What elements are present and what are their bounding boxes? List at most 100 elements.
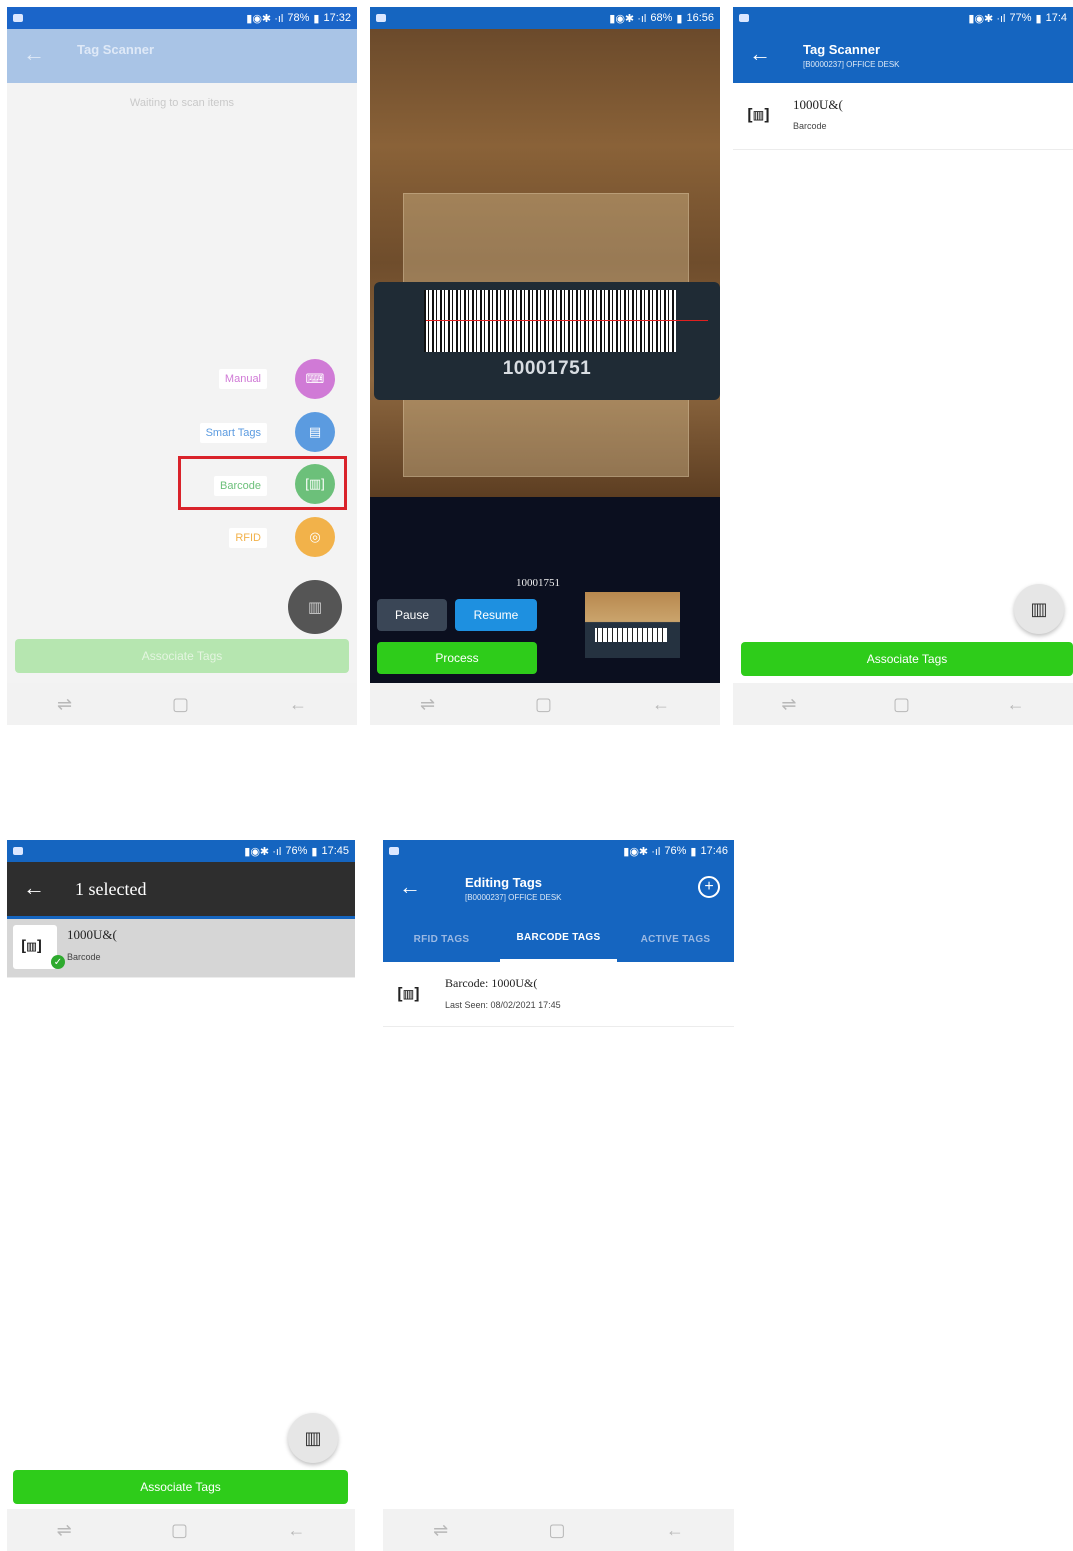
status-bar: ▮◉✱ ·ıl 78% ▮ 17:32 bbox=[7, 7, 357, 29]
list-item[interactable]: [▥] Barcode: 1000U&( Last Seen: 08/02/20… bbox=[383, 964, 734, 1027]
page-title: Editing Tags bbox=[465, 875, 543, 890]
status-bar: ▮◉✱ ·ıl 76% ▮ 17:45 bbox=[7, 840, 355, 862]
barcode-tag: 10001751 bbox=[374, 282, 720, 400]
page-title: Tag Scanner bbox=[77, 42, 155, 57]
tag-type: Barcode bbox=[793, 121, 827, 131]
android-nav-bar: ⇌ ▢ ← bbox=[7, 1509, 355, 1551]
notification-icon bbox=[376, 14, 386, 22]
waiting-message: Waiting to scan items bbox=[129, 97, 235, 109]
scanner-icon: ▥ bbox=[304, 1427, 322, 1448]
battery-icon: ▮ bbox=[690, 845, 697, 858]
scanner-fab[interactable]: ▥ bbox=[1014, 584, 1064, 634]
smart-tags-label[interactable]: Smart Tags bbox=[199, 423, 267, 443]
status-bar: ▮◉✱ ·ıl 76% ▮ 17:46 bbox=[383, 840, 734, 862]
app-bar: ← Tag Scanner bbox=[7, 29, 357, 83]
scanner-icon: ▥ bbox=[1030, 598, 1048, 619]
selection-count: 1 selected bbox=[75, 879, 147, 899]
home-icon[interactable]: ▢ bbox=[549, 1520, 566, 1541]
android-nav-bar: ⇌ ▢ ← bbox=[383, 1509, 734, 1551]
associate-tags-button[interactable]: Associate Tags bbox=[13, 1470, 348, 1504]
camera-preview: 10001751 bbox=[370, 29, 720, 497]
selection-bar: ← 1 selected bbox=[7, 862, 355, 919]
camera-controls: 10001751 Pause Resume Process bbox=[370, 497, 720, 683]
last-seen: Last Seen: 08/02/2021 17:45 bbox=[445, 1000, 561, 1010]
home-icon[interactable]: ▢ bbox=[893, 694, 910, 715]
keyboard-icon[interactable]: ⌨ bbox=[295, 359, 335, 399]
scanned-value: 10001751 bbox=[516, 577, 560, 589]
battery-icon: ▮ bbox=[311, 845, 318, 858]
tag-printed-number: 10001751 bbox=[502, 358, 592, 379]
tab-rfid-tags[interactable]: RFID TAGS bbox=[383, 916, 500, 962]
home-icon[interactable]: ▢ bbox=[172, 694, 189, 715]
add-circle-icon[interactable]: + bbox=[698, 876, 720, 898]
barcode-highlight bbox=[178, 456, 347, 510]
rfid-icon[interactable]: ◎ bbox=[295, 517, 335, 557]
page-subtitle: [B0000237] OFFICE DESK bbox=[803, 60, 900, 69]
back-icon[interactable]: ← bbox=[666, 1520, 684, 1541]
manual-label[interactable]: Manual bbox=[218, 369, 267, 389]
back-arrow-icon[interactable]: ← bbox=[23, 877, 45, 899]
status-bar: ▮◉✱ ·ıl 77% ▮ 17:4 bbox=[733, 7, 1073, 29]
back-icon[interactable]: ← bbox=[289, 694, 307, 715]
battery-level: 77% bbox=[1009, 12, 1032, 24]
back-icon[interactable]: ← bbox=[1007, 694, 1025, 715]
screen-tag-scanner-result: ▮◉✱ ·ıl 77% ▮ 17:4 ← Tag Scanner [B00002… bbox=[733, 7, 1073, 725]
back-icon[interactable]: ← bbox=[287, 1520, 305, 1541]
recent-apps-icon[interactable]: ⇌ bbox=[57, 1520, 72, 1541]
notification-icon bbox=[389, 847, 399, 855]
home-icon[interactable]: ▢ bbox=[535, 694, 552, 715]
rfid-label[interactable]: RFID bbox=[229, 528, 267, 548]
tab-barcode-tags[interactable]: BARCODE TAGS bbox=[500, 916, 617, 962]
tab-bar: RFID TAGS BARCODE TAGS ACTIVE TAGS bbox=[383, 916, 734, 962]
tag-code: 1000U&( bbox=[793, 97, 843, 112]
app-bar: ← Tag Scanner [B0000237] OFFICE DESK bbox=[733, 29, 1073, 83]
screen-barcode-menu: ▮◉✱ ·ıl 78% ▮ 17:32 ← Tag Scanner Waitin… bbox=[7, 7, 357, 725]
notification-icon bbox=[739, 14, 749, 22]
clock: 17:46 bbox=[700, 845, 728, 857]
item-icon-box: [▥] ✓ bbox=[13, 925, 65, 969]
resume-button[interactable]: Resume bbox=[455, 599, 537, 631]
back-arrow-icon[interactable]: ← bbox=[749, 43, 771, 65]
signal-icon: ▮◉✱ ·ıl bbox=[968, 12, 1006, 25]
recent-apps-icon[interactable]: ⇌ bbox=[57, 694, 72, 715]
list-item[interactable]: [▥] 1000U&( Barcode bbox=[733, 85, 1073, 150]
barcode-label: Barcode: 1000U&( bbox=[445, 976, 538, 990]
android-nav-bar: ⇌ ▢ ← bbox=[7, 683, 357, 725]
list-item-selected[interactable]: [▥] ✓ 1000U&( Barcode bbox=[7, 919, 355, 978]
back-icon[interactable]: ← bbox=[652, 694, 670, 715]
notification-icon bbox=[13, 14, 23, 22]
page-subtitle: [B0000237] OFFICE DESK bbox=[465, 893, 562, 902]
app-bar: ← Editing Tags [B0000237] OFFICE DESK + bbox=[383, 862, 734, 916]
printer-icon[interactable]: ▤ bbox=[295, 412, 335, 452]
scanner-fab[interactable]: ▥ bbox=[288, 1413, 338, 1463]
signal-icon: ▮◉✱ ·ıl bbox=[609, 12, 647, 25]
process-button[interactable]: Process bbox=[377, 642, 537, 674]
battery-icon: ▮ bbox=[1035, 12, 1042, 25]
barcode-image bbox=[424, 290, 676, 352]
back-arrow-icon[interactable]: ← bbox=[399, 876, 421, 898]
status-bar: ▮◉✱ ·ıl 68% ▮ 16:56 bbox=[370, 7, 720, 29]
clock: 17:4 bbox=[1045, 12, 1067, 24]
tab-active-tags[interactable]: ACTIVE TAGS bbox=[617, 916, 734, 962]
back-arrow-icon[interactable]: ← bbox=[23, 43, 45, 65]
screen-selection: ▮◉✱ ·ıl 76% ▮ 17:45 ← 1 selected [▥] ✓ 1… bbox=[7, 840, 355, 1551]
scan-line bbox=[426, 320, 708, 321]
signal-icon: ▮◉✱ ·ıl bbox=[244, 845, 282, 858]
battery-level: 78% bbox=[287, 12, 310, 24]
recent-apps-icon[interactable]: ⇌ bbox=[781, 694, 796, 715]
home-icon[interactable]: ▢ bbox=[171, 1520, 188, 1541]
tag-code: 1000U&( bbox=[67, 927, 117, 942]
associate-tags-button[interactable]: Associate Tags bbox=[741, 642, 1073, 676]
signal-icon: ▮◉✱ ·ıl bbox=[246, 12, 284, 25]
close-menu-fab[interactable]: ▥ bbox=[288, 580, 342, 634]
recent-apps-icon[interactable]: ⇌ bbox=[420, 694, 435, 715]
screen-camera-scan: ▮◉✱ ·ıl 68% ▮ 16:56 10001751 10001751 Pa… bbox=[370, 7, 720, 725]
android-nav-bar: ⇌ ▢ ← bbox=[370, 683, 720, 725]
clock: 17:32 bbox=[323, 12, 351, 24]
clock: 17:45 bbox=[321, 845, 349, 857]
screen-editing-tags: ▮◉✱ ·ıl 76% ▮ 17:46 ← Editing Tags [B000… bbox=[383, 840, 734, 1551]
pause-button[interactable]: Pause bbox=[377, 599, 447, 631]
page-title: Tag Scanner bbox=[803, 42, 881, 57]
associate-tags-button[interactable]: Associate Tags bbox=[15, 639, 349, 673]
recent-apps-icon[interactable]: ⇌ bbox=[433, 1520, 448, 1541]
